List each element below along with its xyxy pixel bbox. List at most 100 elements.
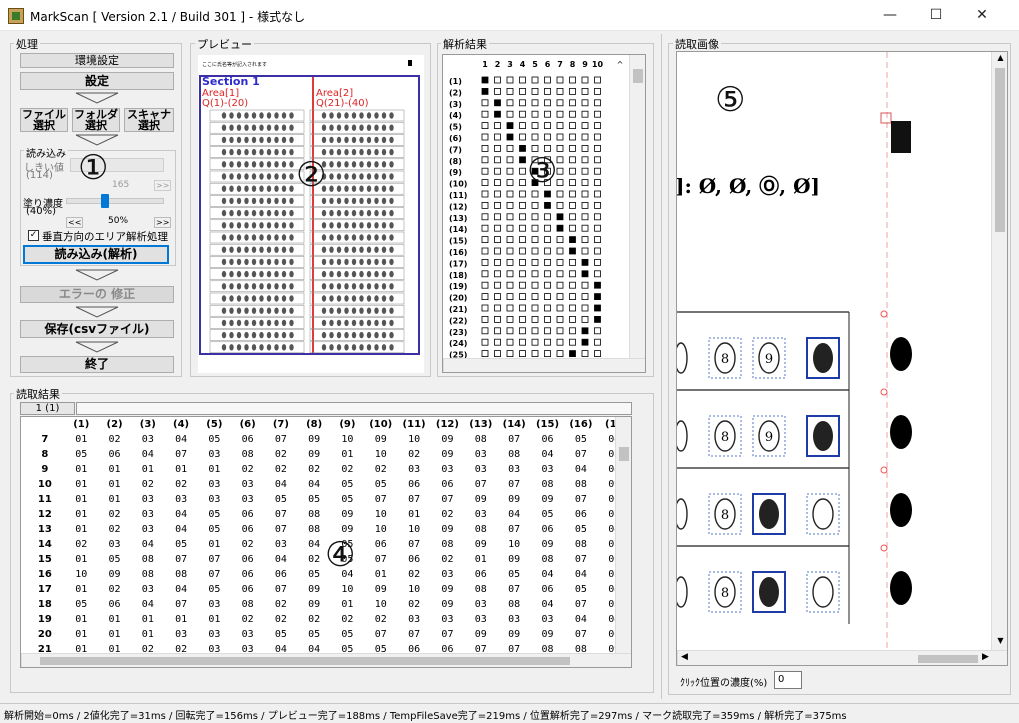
results-cell[interactable]: 06 (231, 507, 264, 522)
results-cell[interactable]: 08 (464, 522, 497, 537)
results-cell[interactable]: 02 (331, 462, 364, 477)
results-cell[interactable]: 07 (564, 627, 597, 642)
results-cell[interactable]: 02 (231, 612, 264, 627)
results-cell[interactable]: 05 (564, 582, 597, 597)
scan-scroll-up-icon[interactable]: ▲ (992, 53, 1007, 65)
results-cell[interactable]: 06 (231, 522, 264, 537)
results-cell[interactable]: 10 (364, 507, 397, 522)
scan-hscroll-thumb[interactable] (918, 655, 978, 663)
results-cell[interactable]: 01 (98, 627, 131, 642)
results-cell[interactable]: 10 (364, 447, 397, 462)
results-cell[interactable]: 01 (98, 462, 131, 477)
scan-vscroll-thumb[interactable] (995, 68, 1005, 232)
results-cell[interactable]: 09 (497, 627, 530, 642)
results-cell[interactable]: 02 (231, 537, 264, 552)
results-cell[interactable]: 03 (464, 462, 497, 477)
results-cell[interactable]: 03 (198, 492, 231, 507)
results-cell[interactable]: 04 (531, 597, 564, 612)
results-cell[interactable]: 05 (264, 492, 297, 507)
results-cell[interactable]: 09 (431, 522, 464, 537)
results-hscroll-thumb[interactable] (40, 657, 570, 665)
results-cell[interactable]: 08 (131, 552, 164, 567)
results-cell[interactable]: 06 (397, 552, 430, 567)
results-cell[interactable]: 06 (231, 582, 264, 597)
results-cell[interactable]: 06 (431, 477, 464, 492)
results-column-header[interactable]: (14) (497, 417, 530, 432)
results-cell[interactable]: 10 (397, 582, 430, 597)
results-cell[interactable]: 07 (497, 432, 530, 447)
results-cell[interactable]: 01 (198, 462, 231, 477)
record-tab[interactable]: 1 (1) (20, 402, 75, 415)
results-cell[interactable]: 04 (164, 507, 197, 522)
results-cell[interactable]: 06 (231, 567, 264, 582)
results-cell[interactable]: 01 (131, 462, 164, 477)
results-cell[interactable]: 07 (264, 582, 297, 597)
results-cell[interactable]: 05 (198, 432, 231, 447)
scan-scroll-right-icon[interactable]: ▶ (982, 652, 989, 662)
results-column-header[interactable]: (15) (531, 417, 564, 432)
results-cell[interactable]: 03 (131, 432, 164, 447)
results-cell[interactable]: 09 (497, 492, 530, 507)
results-cell[interactable]: 07 (464, 477, 497, 492)
results-cell[interactable]: 03 (131, 582, 164, 597)
table-row[interactable]: 180506040703080209011002090308040705 (25, 597, 631, 612)
fix-errors-button[interactable]: エラーの 修正 (20, 286, 174, 303)
results-cell[interactable]: 07 (564, 447, 597, 462)
results-cell[interactable]: 03 (198, 597, 231, 612)
results-cell[interactable]: 02 (364, 462, 397, 477)
results-cell[interactable]: 08 (231, 597, 264, 612)
results-cell[interactable]: 09 (298, 447, 331, 462)
results-cell[interactable]: 01 (65, 582, 98, 597)
results-cell[interactable]: 03 (198, 627, 231, 642)
results-cell[interactable]: 05 (531, 507, 564, 522)
results-cell[interactable]: 09 (464, 537, 497, 552)
results-cell[interactable]: 03 (431, 567, 464, 582)
results-cell[interactable]: 07 (497, 522, 530, 537)
table-row[interactable]: 90101010101020202020203030303030404 (25, 462, 631, 477)
table-row[interactable]: 70102030405060709100910090807060504 (25, 432, 631, 447)
results-cell[interactable]: 04 (497, 507, 530, 522)
results-cell[interactable]: 06 (531, 582, 564, 597)
results-cell[interactable]: 03 (231, 477, 264, 492)
results-cell[interactable]: 07 (198, 567, 231, 582)
results-cell[interactable]: 07 (431, 627, 464, 642)
results-cell[interactable]: 02 (98, 522, 131, 537)
click-density-input[interactable]: 0 (774, 671, 802, 689)
density-slider-thumb[interactable] (101, 194, 110, 208)
table-row[interactable]: 110101030303030505050707070909090706 (25, 492, 631, 507)
results-column-header[interactable]: (9) (331, 417, 364, 432)
results-cell[interactable]: 03 (464, 447, 497, 462)
results-cell[interactable]: 01 (65, 612, 98, 627)
results-cell[interactable]: 03 (531, 462, 564, 477)
results-cell[interactable]: 10 (331, 432, 364, 447)
env-settings-button[interactable]: 環境設定 (20, 53, 174, 68)
results-cell[interactable]: 06 (364, 537, 397, 552)
results-cell[interactable]: 07 (564, 552, 597, 567)
results-cell[interactable]: 05 (497, 567, 530, 582)
results-cell[interactable]: 09 (531, 537, 564, 552)
results-cell[interactable]: 08 (497, 597, 530, 612)
results-cell[interactable]: 05 (65, 447, 98, 462)
results-cell[interactable]: 04 (564, 612, 597, 627)
results-column-header[interactable]: (11) (397, 417, 430, 432)
density-slider[interactable] (66, 194, 164, 208)
results-cell[interactable]: 10 (497, 537, 530, 552)
results-cell[interactable]: 05 (364, 477, 397, 492)
results-cell[interactable]: 02 (298, 612, 331, 627)
results-cell[interactable]: 07 (564, 597, 597, 612)
results-cell[interactable]: 09 (431, 597, 464, 612)
results-column-header[interactable]: (10) (364, 417, 397, 432)
file-select-button[interactable]: ファイル 選択 (20, 108, 68, 132)
results-cell[interactable]: 01 (131, 627, 164, 642)
results-cell[interactable]: 04 (531, 567, 564, 582)
results-cell[interactable]: 04 (164, 432, 197, 447)
results-cell[interactable]: 01 (198, 612, 231, 627)
results-cell[interactable]: 07 (364, 627, 397, 642)
maximize-button[interactable]: ☐ (913, 0, 959, 31)
results-cell[interactable]: 06 (98, 447, 131, 462)
results-cell[interactable]: 09 (531, 492, 564, 507)
scan-scroll-down-icon[interactable]: ▼ (992, 636, 1007, 648)
results-cell[interactable]: 04 (564, 567, 597, 582)
results-cell[interactable]: 09 (464, 627, 497, 642)
results-cell[interactable]: 06 (531, 432, 564, 447)
